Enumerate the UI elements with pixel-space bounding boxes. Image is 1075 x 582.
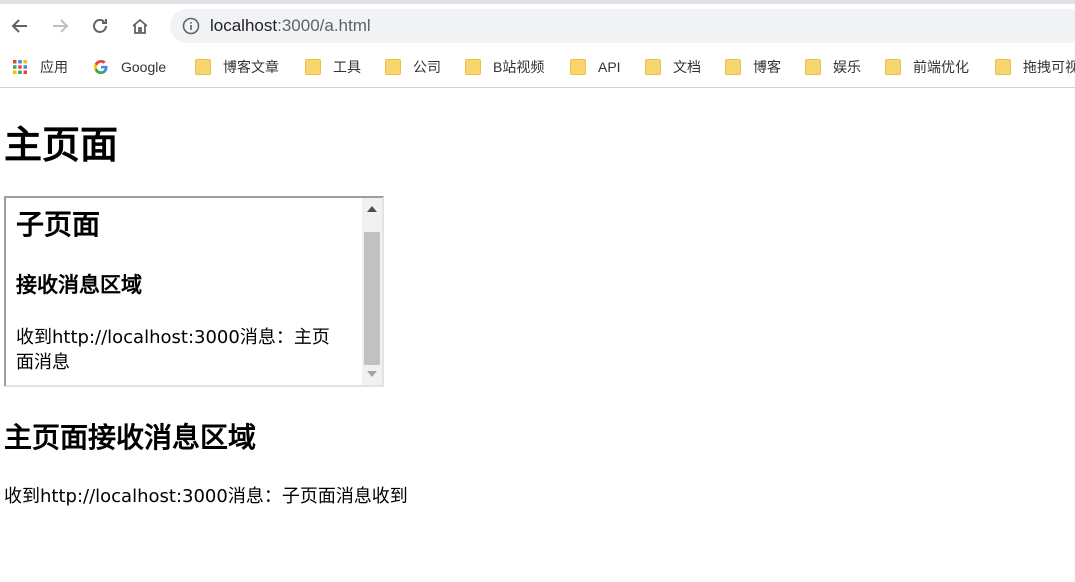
bookmark-label: 娱乐 [833,59,861,75]
bookmark-label: 文档 [673,59,701,75]
folder-icon [385,59,401,75]
home-button[interactable] [127,13,153,39]
folder-icon [725,59,741,75]
bookmark-label: 公司 [413,59,441,75]
arrow-right-icon [53,19,69,33]
bookmark-folder-api[interactable]: API [570,57,621,77]
bookmark-apps[interactable]: 应用 [12,57,68,77]
reload-icon [93,19,107,33]
bookmark-label: 工具 [333,59,361,75]
scroll-down-icon[interactable] [367,371,377,377]
scrollbar-thumb[interactable] [364,232,380,365]
home-icon [132,18,148,34]
bookmark-label: 博客文章 [223,59,279,75]
bookmark-google[interactable]: Google [93,57,166,77]
bookmarks-bar: 应用 Google 博客文章 工具 公司 B站视频 API 文档 博客 娱乐 前… [0,47,1075,88]
bookmark-folder-blog[interactable]: 博客 [725,57,781,77]
bookmark-label: 拖拽可视 [1023,59,1075,75]
main-receive-heading: 主页面接收消息区域 [4,421,257,454]
back-button[interactable] [7,13,33,39]
bookmark-folder-docs[interactable]: 文档 [645,57,701,77]
folder-icon [645,59,661,75]
forward-button[interactable] [47,13,73,39]
folder-icon [195,59,211,75]
iframe-receive-heading: 接收消息区域 [16,273,142,297]
child-iframe[interactable]: 子页面 接收消息区域 收到http://localhost:3000消息：主页面… [4,196,384,387]
folder-icon [805,59,821,75]
url-path: :3000/a.html [277,16,371,35]
folder-icon [570,59,586,75]
bookmark-folder-drag-visual[interactable]: 拖拽可视 [995,57,1075,77]
folder-icon [995,59,1011,75]
iframe-received-message: 收到http://localhost:3000消息：主页面消息 [16,327,330,373]
iframe-content: 子页面 接收消息区域 收到http://localhost:3000消息：主页面… [6,198,362,385]
iframe-scrollbar[interactable] [362,198,382,385]
bookmark-label: Google [121,59,167,75]
bookmark-label: 应用 [40,59,68,75]
address-bar[interactable]: localhost:3000/a.html [170,9,1075,43]
info-icon[interactable] [182,17,200,35]
reload-button[interactable] [87,13,113,39]
bookmark-folder-company[interactable]: 公司 [385,57,441,77]
bookmark-folder-frontend-opt[interactable]: 前端优化 [885,57,969,77]
page-title: 主页面 [4,123,119,167]
arrow-left-icon [11,19,27,33]
bookmark-folder-tools[interactable]: 工具 [305,57,361,77]
bookmark-label: B站视频 [493,59,545,75]
folder-icon [305,59,321,75]
url-host: localhost [210,16,278,35]
bookmark-folder-blog-articles[interactable]: 博客文章 [195,57,279,77]
main-received-message: 收到http://localhost:3000消息：子页面消息收到 [4,486,408,507]
scroll-up-icon[interactable] [367,206,377,212]
apps-grid-icon [13,60,27,74]
folder-icon [465,59,481,75]
iframe-title: 子页面 [16,208,101,241]
bookmark-label: API [598,59,621,75]
browser-toolbar: localhost:3000/a.html [0,4,1075,47]
folder-icon [885,59,901,75]
google-g-icon [94,60,108,74]
bookmark-label: 前端优化 [913,59,969,75]
bookmark-folder-entertainment[interactable]: 娱乐 [805,57,861,77]
bookmark-label: 博客 [753,59,781,75]
url-text[interactable]: localhost:3000/a.html [210,16,371,36]
bookmark-folder-bilibili[interactable]: B站视频 [465,57,544,77]
